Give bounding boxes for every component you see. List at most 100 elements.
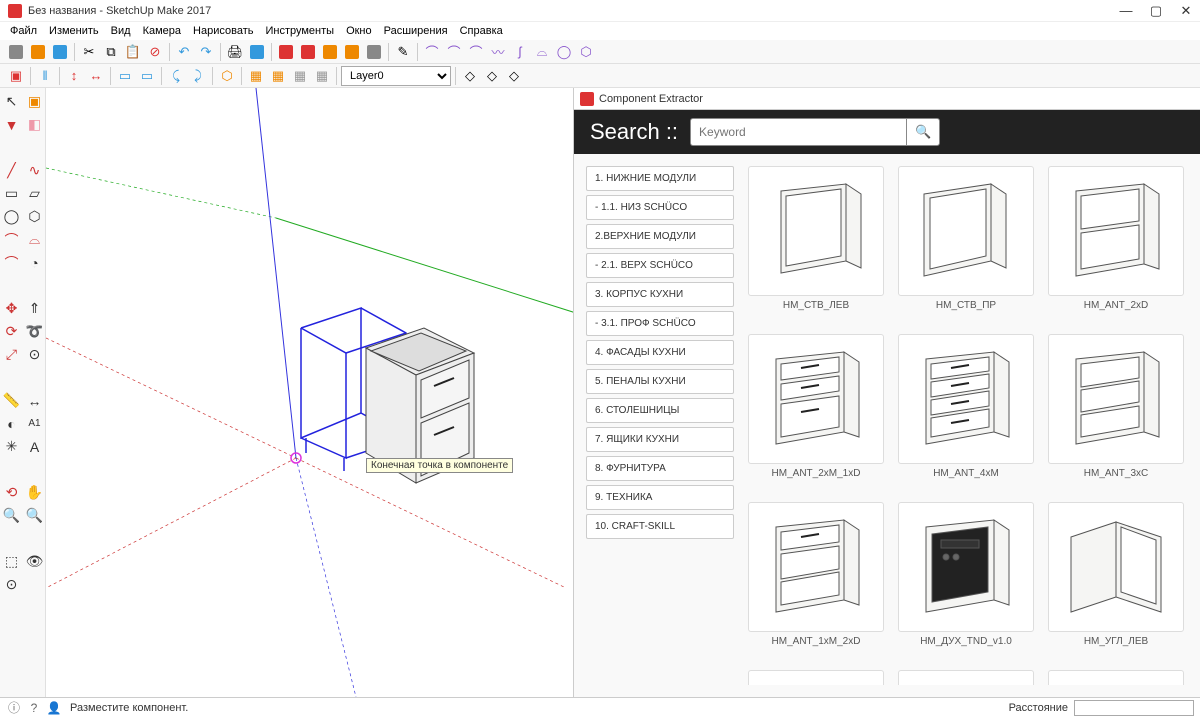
close-button[interactable]: ✕	[1180, 5, 1192, 17]
b1-icon[interactable]: ▭	[115, 66, 135, 86]
search-input[interactable]	[690, 118, 906, 146]
category-item[interactable]: 9. ТЕХНИКА	[586, 485, 734, 510]
category-item[interactable]: 2.ВЕРХНИЕ МОДУЛИ	[586, 224, 734, 249]
category-item[interactable]: 1. НИЖНИЕ МОДУЛИ	[586, 166, 734, 191]
arc6-icon[interactable]: ⌓	[532, 42, 552, 62]
thumbnail[interactable]	[746, 670, 886, 685]
status-person-icon[interactable]: 👤	[46, 700, 62, 716]
category-item[interactable]: 7. ЯЩИКИ КУХНИ	[586, 427, 734, 452]
model-info-icon[interactable]	[247, 42, 267, 62]
poly-tool-icon[interactable]: ⬡	[23, 205, 46, 228]
category-item[interactable]: 3. КОРПУС КУХНИ	[586, 282, 734, 307]
arrow1-icon[interactable]: ↕	[64, 66, 84, 86]
status-distance-input[interactable]	[1074, 700, 1194, 716]
category-item[interactable]: - 3.1. ПРОФ SCHÜCO	[586, 311, 734, 336]
category-item[interactable]: 5. ПЕНАЛЫ КУХНИ	[586, 369, 734, 394]
eraser-tool-icon[interactable]: ◧	[23, 113, 46, 136]
rect-tool-icon[interactable]: ▭	[0, 182, 23, 205]
arrow2-icon[interactable]: ↔	[86, 66, 106, 86]
text-tool-icon[interactable]: A1	[23, 412, 46, 435]
thumbnail[interactable]: HM_ANT_1xM_2xD	[746, 502, 886, 662]
thumbnail[interactable]: НМ_СТВ_ЛЕВ	[746, 166, 886, 326]
new-icon[interactable]	[6, 42, 26, 62]
align1-icon[interactable]: ‖	[35, 66, 55, 86]
paint-tool-icon[interactable]: ▼	[0, 113, 23, 136]
orbit-tool-icon[interactable]: ⟲	[0, 481, 23, 504]
d1-icon[interactable]: ◇	[460, 66, 480, 86]
menu-tools[interactable]: Инструменты	[259, 23, 340, 39]
menu-file[interactable]: Файл	[4, 23, 43, 39]
category-item[interactable]: - 1.1. НИЗ SCHÜCO	[586, 195, 734, 220]
zoomext-tool-icon[interactable]: 🔍	[23, 504, 46, 527]
open-icon[interactable]	[28, 42, 48, 62]
freehand-tool-icon[interactable]: ∿	[23, 159, 46, 182]
walkthrough-tool-icon[interactable]: 👁	[23, 550, 46, 573]
zoom-tool-icon[interactable]: 🔍	[0, 504, 23, 527]
thumbnail[interactable]	[896, 670, 1036, 685]
component-tool-icon[interactable]: ▣	[23, 90, 46, 113]
category-item[interactable]: 4. ФАСАДЫ КУХНИ	[586, 340, 734, 365]
search-button[interactable]: 🔍	[906, 118, 940, 146]
menu-draw[interactable]: Нарисовать	[187, 23, 259, 39]
print-icon[interactable]: 🖨	[225, 42, 245, 62]
dimension-tool-icon[interactable]: ↔	[23, 389, 46, 412]
thumbnail[interactable]: HM_ANT_4xM	[896, 334, 1036, 494]
section-tool-icon[interactable]: ⬚	[0, 550, 23, 573]
render2-icon[interactable]	[298, 42, 318, 62]
move-tool-icon[interactable]: ✥	[0, 297, 23, 320]
status-help-icon[interactable]: ?	[26, 700, 42, 716]
offset-tool-icon[interactable]: ⊙	[23, 343, 46, 366]
look-tool-icon[interactable]: ⊙	[0, 573, 23, 596]
cut-icon[interactable]: ✂	[79, 42, 99, 62]
thumbnail[interactable]: НМ_СТВ_ПР	[896, 166, 1036, 326]
box2-icon[interactable]: ▦	[268, 66, 288, 86]
category-item[interactable]: 8. ФУРНИТУРА	[586, 456, 734, 481]
undo-icon[interactable]: ↶	[174, 42, 194, 62]
line-tool-icon[interactable]: ╱	[0, 159, 23, 182]
render3-icon[interactable]	[320, 42, 340, 62]
pan-tool-icon[interactable]: ✋	[23, 481, 46, 504]
2pt-arc-tool-icon[interactable]: ⌓	[23, 228, 46, 251]
thumbnail[interactable]	[1046, 670, 1186, 685]
layer-toggle-icon[interactable]: ▣	[6, 66, 26, 86]
menu-help[interactable]: Справка	[454, 23, 509, 39]
thumbnail[interactable]: HM_ANT_2xD	[1046, 166, 1186, 326]
menu-edit[interactable]: Изменить	[43, 23, 105, 39]
paste-icon[interactable]: 📋	[123, 42, 143, 62]
status-info-icon[interactable]: ⓘ	[6, 700, 22, 716]
c1-icon[interactable]: ⤹	[166, 66, 186, 86]
arc7-icon[interactable]: ◯	[554, 42, 574, 62]
thumbnail[interactable]: HM_ANT_2xM_1xD	[746, 334, 886, 494]
3dtext-tool-icon[interactable]: A	[23, 435, 46, 458]
rotate-tool-icon[interactable]: ⟳	[0, 320, 23, 343]
select-tool-icon[interactable]: ↖	[0, 90, 23, 113]
category-item[interactable]: 6. СТОЛЕШНИЦЫ	[586, 398, 734, 423]
arc2-icon[interactable]: ⌒	[444, 42, 464, 62]
render4-icon[interactable]	[342, 42, 362, 62]
menu-camera[interactable]: Камера	[137, 23, 187, 39]
box4-icon[interactable]: ▦	[312, 66, 332, 86]
minimize-button[interactable]: —	[1120, 5, 1132, 17]
redo-icon[interactable]: ↷	[196, 42, 216, 62]
c2-icon[interactable]: ⤸	[188, 66, 208, 86]
b2-icon[interactable]: ▭	[137, 66, 157, 86]
arc1-icon[interactable]: ⌒	[422, 42, 442, 62]
category-item[interactable]: - 2.1. ВЕРХ SCHÜCO	[586, 253, 734, 278]
d2-icon[interactable]: ◇	[482, 66, 502, 86]
delete-icon[interactable]: ⊘	[145, 42, 165, 62]
layer-select[interactable]: Layer0	[341, 66, 451, 86]
3pt-arc-tool-icon[interactable]: ⌒	[0, 251, 23, 274]
arc3-icon[interactable]: ⌒	[466, 42, 486, 62]
tool-a-icon[interactable]: ✎	[393, 42, 413, 62]
arc-tool-icon[interactable]: ⌒	[0, 228, 23, 251]
arc8-icon[interactable]: ⬡	[576, 42, 596, 62]
save-icon[interactable]	[50, 42, 70, 62]
maximize-button[interactable]: ▢	[1150, 5, 1162, 17]
scale-tool-icon[interactable]: ⤢	[0, 343, 23, 366]
circle-tool-icon[interactable]: ◯	[0, 205, 23, 228]
protractor-tool-icon[interactable]: ◐	[0, 412, 23, 435]
comp-icon[interactable]: ⬡	[217, 66, 237, 86]
category-item[interactable]: 10. CRAFT-SKILL	[586, 514, 734, 539]
menu-view[interactable]: Вид	[105, 23, 137, 39]
axes-tool-icon[interactable]: ✳	[0, 435, 23, 458]
